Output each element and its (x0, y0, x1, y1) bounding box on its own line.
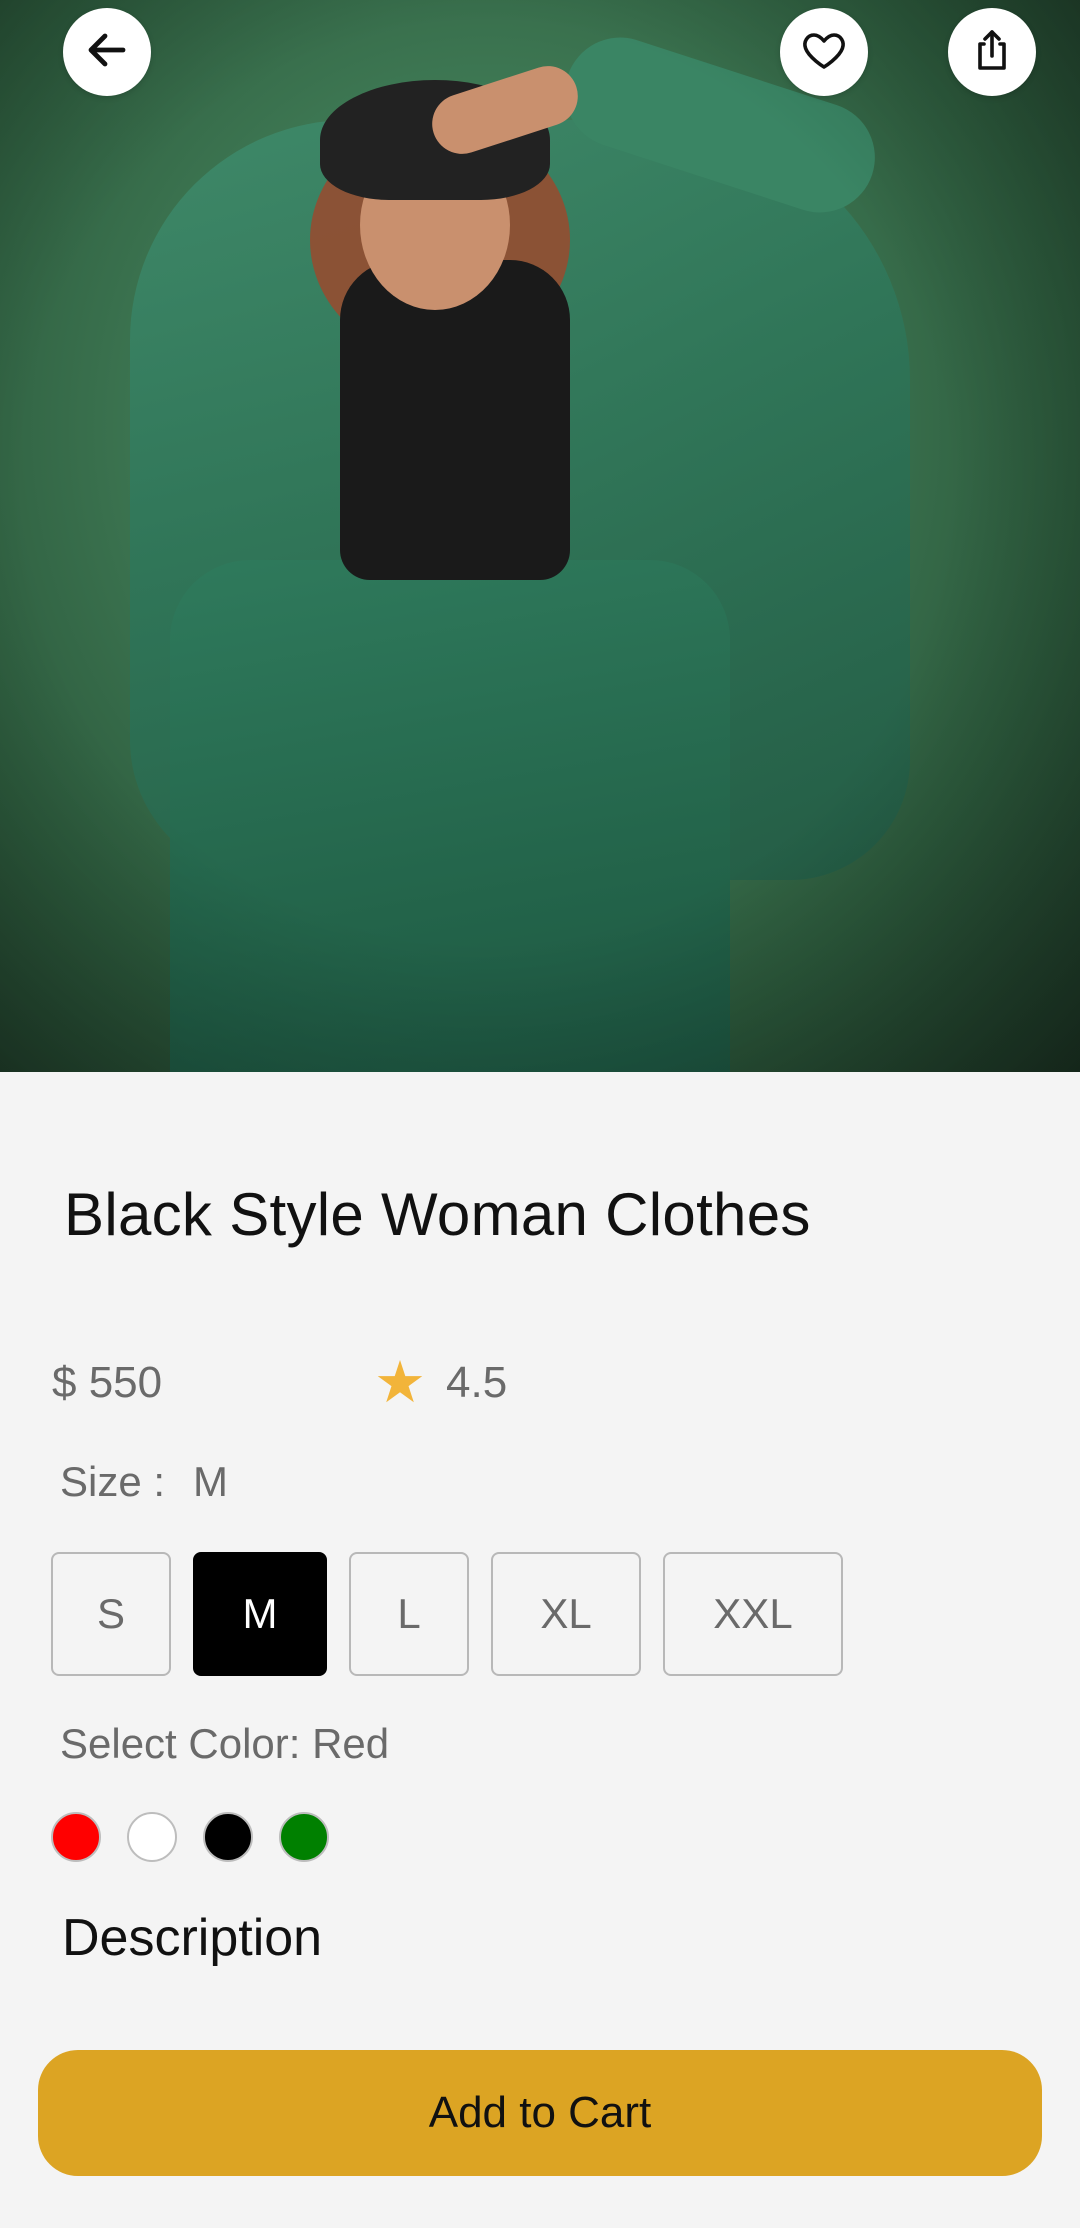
size-option-m[interactable]: M (193, 1552, 327, 1676)
image-vignette (0, 0, 1080, 1072)
color-swatch-green[interactable] (279, 1812, 329, 1862)
product-detail-screen: Black Style Woman Clothes $ 550 ★ 4.5 Si… (0, 0, 1080, 2228)
share-button[interactable] (948, 8, 1036, 96)
size-selector: S M L XL XXL (51, 1552, 843, 1676)
arrow-left-icon (83, 26, 131, 79)
add-to-cart-button[interactable]: Add to Cart (38, 2050, 1042, 2176)
favorite-button[interactable] (780, 8, 868, 96)
product-image (0, 0, 1080, 1072)
size-option-xxl[interactable]: XXL (663, 1552, 843, 1676)
size-option-s[interactable]: S (51, 1552, 171, 1676)
description-heading: Description (62, 1909, 323, 1967)
size-option-xl[interactable]: XL (491, 1552, 641, 1676)
back-button[interactable] (63, 8, 151, 96)
size-label-text: Size : (60, 1458, 166, 1505)
color-swatch-black[interactable] (203, 1812, 253, 1862)
selected-size: M (193, 1458, 229, 1505)
product-price: $ 550 (52, 1358, 163, 1407)
share-icon (968, 26, 1016, 79)
size-option-l[interactable]: L (349, 1552, 469, 1676)
product-rating: ★ 4.5 (374, 1354, 507, 1412)
product-title: Black Style Woman Clothes (64, 1181, 811, 1248)
color-label: Select Color: Red (60, 1720, 390, 1767)
rating-value: 4.5 (446, 1358, 508, 1407)
color-swatch-red[interactable] (51, 1812, 101, 1862)
color-selector (51, 1812, 329, 1862)
size-label: Size : M (60, 1458, 228, 1506)
heart-icon (800, 26, 848, 79)
star-icon: ★ (374, 1350, 426, 1415)
color-swatch-white[interactable] (127, 1812, 177, 1862)
